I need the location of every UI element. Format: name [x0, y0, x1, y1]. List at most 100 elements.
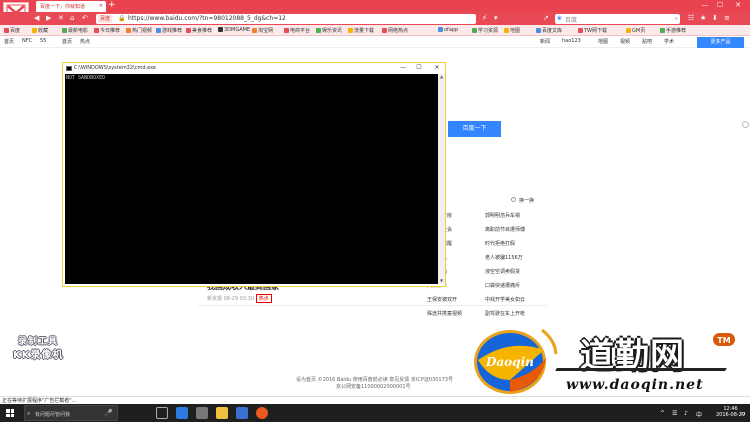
bookmark-item[interactable]: 今日推荐: [94, 27, 120, 34]
scroll-top-icon[interactable]: [742, 121, 749, 128]
hot-search-item[interactable]: 时代拒绝打假: [485, 240, 515, 247]
cmd-icon: [66, 66, 72, 71]
footer-license[interactable]: 京公网安备11000002000001号: [336, 383, 411, 390]
bookmark-item[interactable]: ofapp: [438, 27, 458, 33]
task-view-icon[interactable]: [156, 407, 168, 419]
nav-video[interactable]: 视频: [620, 38, 630, 45]
bookmark-item[interactable]: 手游推荐: [660, 27, 686, 34]
zap-icon[interactable]: ⚡: [482, 14, 487, 22]
bookmark-item[interactable]: 3DMGAME: [218, 27, 250, 33]
news-source[interactable]: 新京报: [207, 296, 222, 302]
bookmark-item[interactable]: 电商平台: [284, 27, 310, 34]
scroll-down-icon[interactable]: ▼: [438, 278, 445, 284]
maximize-button[interactable]: ☐: [715, 1, 725, 9]
edge-icon[interactable]: [176, 407, 188, 419]
browser-search-box[interactable]: ❀ 百度 ⌕: [555, 14, 680, 24]
notification-icon[interactable]: ▭: [740, 410, 746, 417]
download-icon[interactable]: ⬇: [712, 14, 718, 22]
extensions-icon[interactable]: ☷: [688, 14, 694, 22]
hot-search-item[interactable]: 液空空调卖假货: [485, 268, 520, 275]
browser-tab-active[interactable]: 百度一下，你就知道 ✕: [36, 1, 106, 12]
browser-statusbar: 正在等待扩展程序"广告拦截者"...: [0, 396, 750, 404]
cmd-window[interactable]: C:\WINDOWS\system32\cmd.exe — ☐ ✕ NOT SA…: [62, 62, 446, 287]
hot-search-item[interactable]: 离职前节目遭师傅: [485, 226, 525, 233]
bookmark-favicon-icon: [156, 28, 161, 33]
menu-icon[interactable]: ≡: [724, 14, 730, 22]
bookmark-item[interactable]: TW网下载: [578, 27, 607, 34]
folder-icon[interactable]: [216, 407, 228, 419]
bookmark-item[interactable]: 流量下载: [348, 27, 374, 34]
bookmark-item[interactable]: 地图: [504, 27, 520, 34]
hot-nav-link[interactable]: 热点: [80, 38, 90, 45]
scroll-up-icon[interactable]: ▲: [438, 74, 445, 80]
url-text: https://www.baidu.com/?tn=98012088_5_dg&…: [128, 15, 286, 22]
minimize-button[interactable]: —: [700, 1, 710, 9]
forward-icon[interactable]: ▶: [46, 14, 51, 22]
news-time: 08-29 03:30: [223, 296, 255, 302]
home-nav-link[interactable]: 首页: [62, 38, 72, 45]
cmd-console[interactable]: NOT SANDBOXED: [65, 74, 438, 284]
nav-news[interactable]: 新闻: [540, 38, 550, 45]
undo-icon[interactable]: ↶: [82, 14, 88, 22]
tray-ime-icon[interactable]: 中: [696, 410, 702, 419]
cmd-close-button[interactable]: ✕: [431, 64, 443, 71]
weather-link[interactable]: 55: [40, 38, 46, 44]
hot-search-item[interactable]: 口袋快递遭痛斥: [485, 282, 520, 289]
app-icon-2[interactable]: [236, 407, 248, 419]
home-icon[interactable]: ⌂: [70, 14, 74, 22]
microphone-icon[interactable]: 🎤: [104, 409, 113, 417]
cmd-minimize-button[interactable]: —: [397, 64, 409, 71]
site-home-link[interactable]: 首页: [4, 38, 14, 45]
bookmark-item[interactable]: 美食推荐: [186, 27, 212, 34]
app-icon-1[interactable]: [196, 407, 208, 419]
bookmark-item[interactable]: GM页: [626, 27, 645, 34]
star-icon[interactable]: ★: [700, 14, 706, 22]
hot-search-item[interactable]: 王保安被双开: [427, 296, 457, 303]
address-bar[interactable]: 百度 🔒 https://www.baidu.com/?tn=98012088_…: [96, 14, 476, 24]
tray-network-icon[interactable]: ☰: [672, 410, 677, 417]
hot-search-item[interactable]: 中戏开学美女如云: [485, 296, 525, 303]
cmd-scrollbar[interactable]: ▲ ▼: [438, 74, 445, 284]
hot-search-item[interactable]: 老人被骗1156万: [485, 254, 523, 261]
refresh-link[interactable]: 换一换: [519, 197, 534, 204]
bookmark-item[interactable]: 最新电影: [62, 27, 88, 34]
hot-search-item[interactable]: 郭明明范兵车祸: [485, 212, 520, 219]
bookmark-item[interactable]: 收藏: [32, 27, 48, 34]
windows-taskbar: ⌕ 有问题尽管问我 🎤 ^ ☰ ♪ 中 12:46 2016-08-29 ▭: [0, 404, 750, 422]
nav-map[interactable]: 地图: [598, 38, 608, 45]
close-window-button[interactable]: ✕: [733, 1, 743, 9]
footer-links[interactable]: 设为首页 ©2016 Baidu 使用百度前必读 意见反馈 京ICP证03017…: [296, 376, 453, 383]
taskbar-search[interactable]: ⌕ 有问题尽管问我 🎤: [24, 405, 118, 421]
share-icon[interactable]: ↗: [543, 14, 549, 22]
tray-volume-icon[interactable]: ♪: [684, 410, 688, 417]
stop-icon[interactable]: ✕: [58, 14, 64, 22]
hot-search-item[interactable]: 副驾驶在车上开枪: [485, 310, 525, 317]
nav-hao123[interactable]: hao123: [562, 38, 581, 44]
start-button[interactable]: [6, 409, 14, 417]
search-icon: ⌕: [27, 410, 31, 417]
more-products-button[interactable]: 更多产品: [697, 37, 744, 48]
bookmark-item[interactable]: 百度文库: [536, 27, 562, 34]
new-tab-button[interactable]: +: [108, 1, 116, 10]
refresh-icon[interactable]: [511, 197, 516, 202]
cmd-titlebar[interactable]: C:\WINDOWS\system32\cmd.exe — ☐ ✕: [63, 63, 445, 74]
bookmark-item[interactable]: 网络热点: [382, 27, 408, 34]
bookmark-item[interactable]: 娱乐资讯: [316, 27, 342, 34]
browser-taskbar-icon[interactable]: [256, 407, 268, 419]
tray-chevron-icon[interactable]: ^: [660, 410, 665, 417]
tab-close-icon[interactable]: ✕: [99, 3, 103, 9]
bookmark-item[interactable]: 百度: [4, 27, 20, 34]
nav-tieba[interactable]: 贴吧: [642, 38, 652, 45]
bookmark-item[interactable]: 游戏推荐: [156, 27, 182, 34]
bookmark-item[interactable]: 热门视频: [126, 27, 152, 34]
baidu-search-button[interactable]: 百度一下: [448, 121, 501, 137]
nfc-link[interactable]: NFC: [22, 38, 32, 44]
lightning-dropdown-icon[interactable]: ▾: [494, 14, 498, 22]
back-icon[interactable]: ◀: [34, 14, 39, 22]
nav-xueshu[interactable]: 学术: [664, 38, 674, 45]
bookmark-item[interactable]: 学习资源: [472, 27, 498, 34]
bookmark-item[interactable]: 淘宝网: [252, 27, 273, 34]
cmd-maximize-button[interactable]: ☐: [413, 64, 425, 71]
hot-search-item[interactable]: 殊途共携童视频: [427, 310, 462, 317]
search-icon[interactable]: ⌕: [675, 15, 678, 23]
